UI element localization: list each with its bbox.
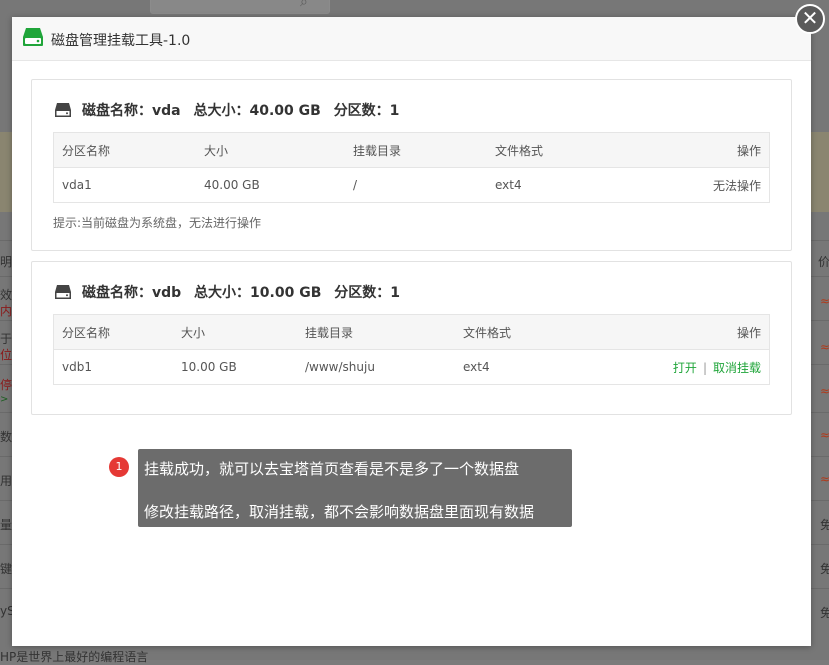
hard-disk-icon [55, 285, 71, 299]
table-header-row: 分区名称 大小 挂载目录 文件格式 操作 [53, 132, 770, 168]
column-header: 大小 [173, 314, 297, 350]
annotation-number-badge: 1 [109, 457, 129, 477]
disk-name: 磁盘名称：vdb [82, 285, 182, 301]
close-dialog-button[interactable]: ✕ [795, 4, 825, 34]
partition-name: vdb1 [53, 349, 173, 385]
background-text: HP是世界上最好的编程语言 [0, 650, 149, 664]
column-header: 挂载目录 [345, 132, 487, 168]
background-text: 效 [0, 288, 13, 302]
dialog-title: 磁盘管理挂载工具-1.0 [51, 33, 191, 49]
background-text: 免 [820, 518, 829, 532]
background-text: ≈ [820, 428, 829, 442]
divider [811, 544, 829, 545]
action-unavailable: 无法操作 [643, 167, 770, 203]
disk-partition-count: 分区数：1 [333, 103, 400, 119]
mount-path: /www/shuju [297, 349, 455, 385]
background-text: 免 [820, 606, 829, 620]
table-row: vdb1 10.00 GB /www/shuju ext4 打开 | 取消挂载 [53, 349, 770, 385]
annotation-callout: 挂载成功，就可以去宝塔首页查看是不是多了一个数据盘 修改挂载路径，取消挂载，都不… [138, 449, 572, 527]
divider [811, 364, 829, 365]
divider [0, 364, 12, 365]
divider [811, 412, 829, 413]
partition-size: 40.00 GB [196, 167, 345, 203]
hard-disk-icon [55, 103, 71, 117]
background-text: 免 [820, 562, 829, 576]
disk-name: 磁盘名称：vda [82, 103, 181, 119]
background-notice-panel-right [811, 132, 829, 212]
background-text: 键 [0, 562, 13, 576]
filesystem: ext4 [455, 349, 611, 385]
column-header: 大小 [196, 132, 345, 168]
annotation-line: 修改挂载路径，取消挂载，都不会影响数据盘里面现有数据 [144, 503, 535, 521]
divider [811, 320, 829, 321]
table-header-row: 分区名称 大小 挂载目录 文件格式 操作 [53, 314, 770, 350]
background-text: 量 [0, 518, 13, 532]
divider [811, 240, 829, 241]
dialog-header: 磁盘管理挂载工具-1.0 [12, 17, 811, 61]
column-header: 挂载目录 [297, 314, 455, 350]
column-header: 文件格式 [487, 132, 643, 168]
disk-info: 磁盘名称：vdb 总大小：10.00 GB 分区数：1 [82, 282, 408, 302]
filesystem: ext4 [487, 167, 643, 203]
divider [0, 240, 12, 241]
disk-size: 总大小：40.00 GB [193, 103, 321, 119]
unmount-link[interactable]: 取消挂载 [713, 361, 761, 375]
column-header: 文件格式 [455, 314, 611, 350]
divider [0, 544, 12, 545]
column-header: 操作 [611, 314, 770, 350]
background-notice-panel [0, 132, 12, 212]
column-header: 分区名称 [53, 314, 173, 350]
disk-info: 磁盘名称：vda 总大小：40.00 GB 分区数：1 [82, 100, 407, 120]
background-text: 数 [0, 430, 13, 444]
disk-card-vda: 磁盘名称：vda 总大小：40.00 GB 分区数：1 分区名称 大小 挂载目录… [31, 79, 792, 251]
background-text: ≈ [820, 340, 829, 354]
open-link[interactable]: 打开 [673, 361, 697, 375]
column-header: 分区名称 [53, 132, 196, 168]
divider [811, 500, 829, 501]
partition-table: 分区名称 大小 挂载目录 文件格式 操作 vda1 40.00 GB / ext… [53, 132, 770, 203]
divider [811, 588, 829, 589]
disk-size: 总大小：10.00 GB [194, 285, 322, 301]
background-text: ≈ [820, 294, 829, 308]
background-text: 停 [0, 378, 13, 392]
background-text: 于 [0, 332, 13, 346]
disk-mount-dialog: 磁盘管理挂载工具-1.0 磁盘名称：vda 总大小：40.00 GB 分区数：1… [12, 17, 811, 646]
divider [811, 276, 829, 277]
divider [0, 588, 12, 589]
background-text: ≈ [820, 472, 829, 486]
annotation-line: 挂载成功，就可以去宝塔首页查看是不是多了一个数据盘 [144, 460, 520, 478]
divider [0, 456, 12, 457]
hard-disk-icon [23, 28, 43, 46]
divider [0, 320, 12, 321]
partition-table: 分区名称 大小 挂载目录 文件格式 操作 vdb1 10.00 GB /www/… [53, 314, 770, 385]
search-icon: ⌕ [300, 0, 308, 10]
mount-path: / [345, 167, 487, 203]
background-text: 价 [818, 255, 829, 269]
system-disk-tip: 提示:当前磁盘为系统盘，无法进行操作 [53, 216, 262, 230]
background-text: 位 [0, 348, 13, 362]
disk-card-vdb: 磁盘名称：vdb 总大小：10.00 GB 分区数：1 分区名称 大小 挂载目录… [31, 261, 792, 415]
background-text: ≈ [820, 384, 829, 398]
partition-actions: 打开 | 取消挂载 [611, 349, 770, 385]
column-header: 操作 [643, 132, 770, 168]
divider [811, 456, 829, 457]
action-separator: | [702, 360, 707, 375]
divider [0, 412, 12, 413]
table-row: vda1 40.00 GB / ext4 无法操作 [53, 167, 770, 203]
divider [0, 276, 12, 277]
background-text: 用 [0, 474, 13, 488]
divider [0, 500, 12, 501]
partition-name: vda1 [53, 167, 196, 203]
background-text: 明 [0, 255, 13, 269]
partition-size: 10.00 GB [173, 349, 297, 385]
disk-partition-count: 分区数：1 [334, 285, 400, 301]
